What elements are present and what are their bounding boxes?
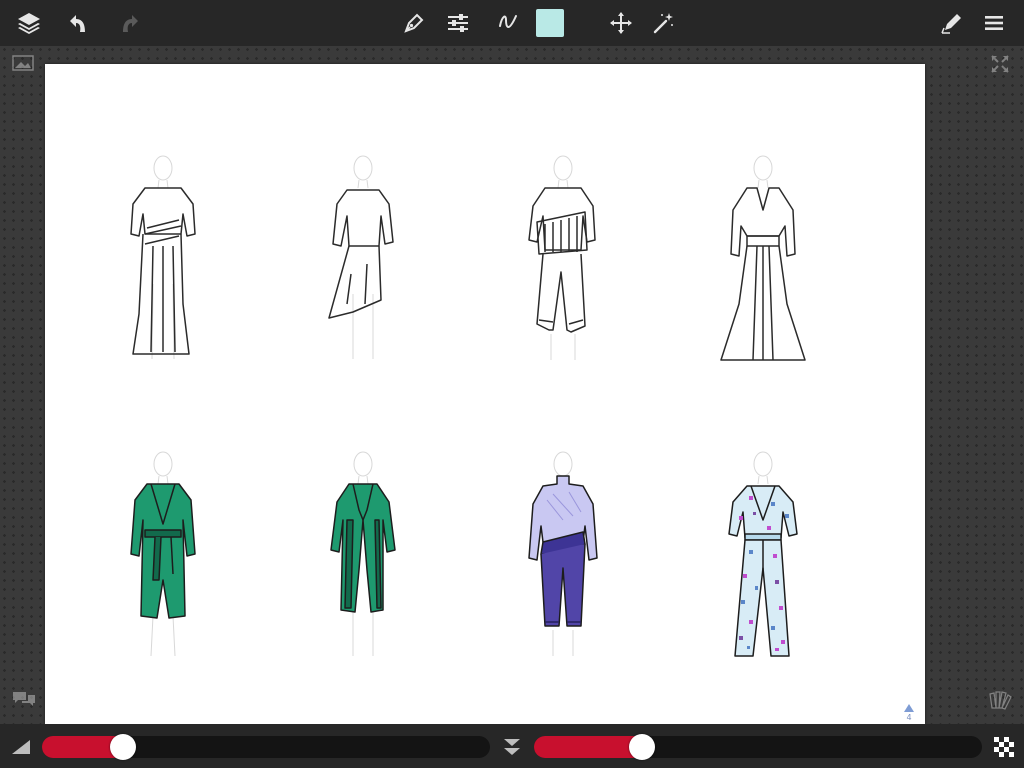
palette-fan-icon[interactable] xyxy=(988,688,1012,714)
page-up-icon xyxy=(904,704,914,712)
colored-figure-purple-outfit xyxy=(528,451,598,656)
magic-wand-icon[interactable] xyxy=(647,7,679,39)
menu-icon[interactable] xyxy=(978,7,1010,39)
brush-size-knob[interactable] xyxy=(110,734,136,760)
layers-icon[interactable] xyxy=(13,7,45,39)
undo-icon[interactable] xyxy=(64,7,96,39)
colored-figure-green-long-coat xyxy=(330,451,396,656)
colored-figure-green-wrap-coat xyxy=(130,451,196,657)
top-toolbar xyxy=(0,0,1024,46)
pen-tool-icon[interactable] xyxy=(398,7,430,39)
colored-figure-patterned-jumpsuit xyxy=(728,451,798,657)
page-indicator[interactable]: 4 xyxy=(901,704,917,722)
page-number: 4 xyxy=(906,713,912,722)
brush-size-slider[interactable] xyxy=(42,734,490,760)
opacity-knob[interactable] xyxy=(629,734,655,760)
sketch-figure-ruffle-jumpsuit xyxy=(528,155,596,360)
move-icon[interactable] xyxy=(605,7,637,39)
comments-icon[interactable] xyxy=(12,690,36,712)
brush-settings-icon[interactable] xyxy=(442,7,474,39)
edit-icon[interactable] xyxy=(936,7,968,39)
bottom-toolbar xyxy=(0,724,1024,768)
sketch-figure-draped-dress xyxy=(130,155,196,360)
brush-size-icon xyxy=(10,738,32,760)
opacity-fill xyxy=(534,736,642,758)
opacity-checker-icon xyxy=(994,737,1014,761)
sketch-figure-asymmetric-skirt xyxy=(328,155,394,359)
drawing-canvas[interactable]: 4 xyxy=(45,64,925,724)
sketch-figure-long-gown xyxy=(720,155,806,361)
opacity-slider[interactable] xyxy=(534,734,982,760)
fullscreen-icon[interactable] xyxy=(990,54,1010,78)
color-swatch[interactable] xyxy=(536,9,564,37)
collapse-icon[interactable] xyxy=(501,736,523,762)
stroke-icon[interactable] xyxy=(492,7,524,39)
reference-image-icon[interactable] xyxy=(12,55,34,75)
redo-icon[interactable] xyxy=(112,7,144,39)
